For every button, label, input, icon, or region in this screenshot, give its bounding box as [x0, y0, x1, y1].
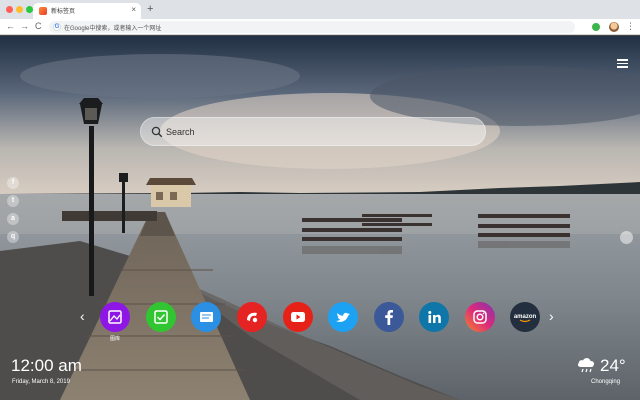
game-shortcut[interactable]	[237, 302, 267, 332]
share-icon[interactable]: a	[7, 213, 19, 225]
tab-title: 新标签页	[51, 9, 76, 15]
dock-prev-button[interactable]: ‹	[80, 309, 85, 323]
browser-toolbar: ← → C G 在Google中搜索，或者输入一个网址 ⋮	[0, 19, 640, 35]
checklist-shortcut[interactable]	[146, 302, 176, 332]
notes-shortcut[interactable]	[191, 302, 221, 332]
new-tab-button[interactable]: +	[147, 3, 153, 15]
amazon-wordmark: amazon	[514, 314, 537, 320]
close-window-button[interactable]	[6, 6, 13, 13]
search-box[interactable]	[140, 117, 486, 146]
youtube-shortcut[interactable]	[283, 302, 313, 332]
notes-icon	[200, 312, 213, 322]
instagram-icon	[473, 310, 487, 324]
profile-avatar-icon[interactable]	[609, 22, 619, 32]
address-bar[interactable]: G 在Google中搜索，或者输入一个网址	[49, 21, 575, 33]
clock-date: Friday, March 8, 2019	[12, 379, 70, 385]
youtube-icon	[291, 312, 305, 322]
new-tab-page: f t a q ‹ › 图库	[0, 36, 640, 400]
wallpaper-info-icon[interactable]	[620, 231, 633, 244]
gallery-shortcut[interactable]	[100, 302, 130, 332]
browser-menu-button[interactable]: ⋮	[626, 21, 635, 32]
game-icon	[247, 312, 258, 323]
search-icon	[151, 126, 163, 138]
twitter-share-icon[interactable]: t	[7, 195, 19, 207]
extension-icon[interactable]	[592, 23, 600, 31]
facebook-shortcut[interactable]	[374, 302, 404, 332]
tab-bar: 新标签页 × +	[0, 0, 640, 19]
amazon-icon: amazon	[514, 314, 537, 323]
qq-share-icon[interactable]: q	[7, 231, 19, 243]
amazon-shortcut[interactable]: amazon	[510, 302, 540, 332]
instagram-shortcut[interactable]	[465, 302, 495, 332]
weather-temperature: 24°	[600, 356, 626, 375]
cloud-rain-icon	[577, 358, 595, 373]
search-input[interactable]	[166, 124, 466, 140]
reload-button[interactable]: C	[35, 21, 42, 32]
twitter-shortcut[interactable]	[328, 302, 358, 332]
twitter-icon	[336, 312, 350, 322]
clock-time: 12:00 am	[11, 356, 82, 375]
address-bar-placeholder: 在Google中搜索，或者输入一个网址	[64, 26, 162, 32]
gallery-label: 图库	[109, 336, 120, 342]
back-button[interactable]: ←	[6, 21, 15, 32]
linkedin-shortcut[interactable]	[419, 302, 449, 332]
maximize-window-button[interactable]	[26, 6, 33, 13]
weather-city: Chongqing	[591, 379, 621, 385]
tab-close-button[interactable]: ×	[131, 5, 136, 15]
minimize-window-button[interactable]	[16, 6, 23, 13]
gallery-icon	[108, 310, 122, 324]
menu-icon[interactable]	[617, 59, 628, 68]
dock-next-button[interactable]: ›	[549, 309, 554, 323]
tab-favicon-icon	[39, 7, 47, 15]
checklist-icon	[154, 310, 168, 324]
facebook-icon	[385, 310, 393, 325]
google-icon: G	[53, 23, 61, 31]
linkedin-icon	[428, 311, 441, 323]
facebook-share-icon[interactable]: f	[7, 177, 19, 189]
forward-button[interactable]: →	[20, 21, 29, 32]
lake-pier-wallpaper	[0, 36, 640, 400]
active-tab[interactable]: 新标签页 ×	[33, 3, 141, 19]
